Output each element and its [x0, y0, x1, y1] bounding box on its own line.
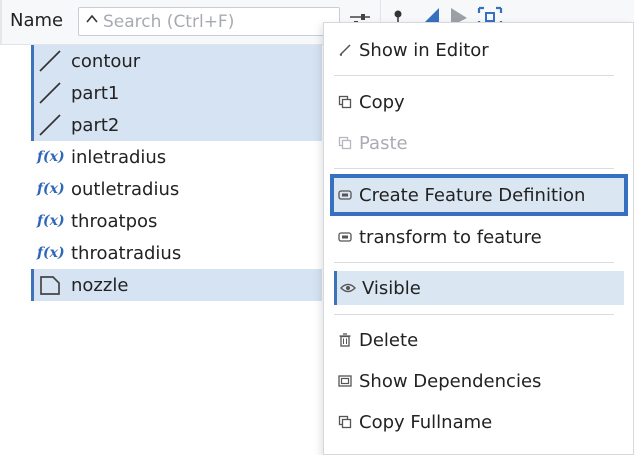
feature-icon [337, 187, 353, 203]
menu-item-show-dependencies[interactable]: Show Dependencies [334, 364, 624, 398]
tree-item-outletradius[interactable]: f(x) outletradius [0, 173, 322, 205]
dependencies-icon [337, 373, 353, 389]
menu-item-label: Visible [362, 277, 421, 299]
line-icon [37, 112, 63, 138]
tree-item-label: outletradius [71, 178, 180, 200]
function-icon: f(x) [37, 213, 65, 229]
menu-divider [334, 168, 614, 169]
tree-item-label: inletradius [71, 146, 167, 168]
line-icon [37, 80, 63, 106]
column-title[interactable]: Name [10, 10, 63, 31]
menu-item-label: Copy Fullname [359, 411, 493, 433]
trash-icon [337, 332, 353, 348]
eye-icon [340, 280, 356, 296]
function-icon: f(x) [37, 181, 65, 197]
tree-item-part1[interactable]: part1 [31, 77, 322, 109]
menu-item-label: Create Feature Definition [359, 184, 586, 206]
feature-icon [337, 229, 353, 245]
tree-item-label: contour [71, 50, 141, 72]
tree-item-nozzle[interactable]: nozzle [31, 269, 322, 301]
menu-item-label: Show Dependencies [359, 370, 542, 392]
search-input[interactable] [103, 10, 333, 33]
face-icon [37, 272, 63, 298]
menu-item-copy-fullname[interactable]: Copy Fullname [334, 405, 624, 439]
function-icon: f(x) [37, 149, 65, 165]
menu-item-transform-to-feature[interactable]: transform to feature [334, 220, 624, 254]
tree-item-inletradius[interactable]: f(x) inletradius [0, 141, 322, 173]
menu-divider [334, 262, 614, 263]
line-icon [37, 48, 63, 74]
tree-item-part2[interactable]: part2 [31, 109, 322, 141]
tree-item-label: part1 [71, 82, 120, 104]
tree-item-label: nozzle [71, 274, 129, 296]
menu-item-copy[interactable]: Copy [334, 85, 624, 119]
object-tree: contour part1 part2 f(x) inletradius f(x… [0, 45, 322, 301]
context-menu: Show in Editor Copy Paste Create Feature… [323, 22, 634, 455]
menu-divider [334, 314, 614, 315]
chevron-up-icon[interactable] [83, 12, 101, 32]
menu-item-delete[interactable]: Delete [334, 323, 624, 357]
tree-item-throatpos[interactable]: f(x) throatpos [0, 205, 322, 237]
copy-icon [337, 94, 353, 110]
tree-item-contour[interactable]: contour [31, 45, 322, 77]
menu-item-label: Delete [359, 329, 419, 351]
menu-item-label: transform to feature [359, 226, 542, 248]
menu-item-paste[interactable]: Paste [334, 126, 624, 160]
menu-item-label: Show in Editor [359, 39, 489, 61]
menu-divider [334, 75, 614, 76]
copy-icon [337, 414, 353, 430]
menu-item-label: Paste [359, 132, 408, 154]
paste-icon [337, 135, 353, 151]
tree-item-label: part2 [71, 114, 120, 136]
menu-item-show-in-editor[interactable]: Show in Editor [334, 33, 624, 67]
tree-item-label: throatradius [71, 242, 182, 264]
menu-item-visible[interactable]: Visible [334, 271, 624, 305]
tree-item-label: throatpos [71, 210, 158, 232]
menu-item-label: Copy [359, 91, 405, 113]
search-box[interactable] [78, 7, 340, 36]
pencil-icon [337, 42, 353, 58]
header-edge [0, 0, 2, 44]
function-icon: f(x) [37, 245, 65, 261]
menu-item-create-feature-definition[interactable]: Create Feature Definition [330, 174, 628, 216]
tree-item-throatradius[interactable]: f(x) throatradius [0, 237, 322, 269]
